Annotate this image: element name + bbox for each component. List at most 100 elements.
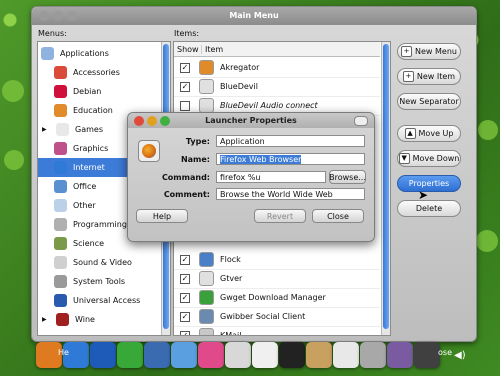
category-icon <box>54 256 67 269</box>
tree-item[interactable]: Sound & Video <box>38 253 170 272</box>
tree-item-label: Accessories <box>73 68 120 77</box>
item-row[interactable]: ✓ Gwget Download Manager <box>174 288 380 308</box>
show-checkbox[interactable]: ✓ <box>180 311 190 322</box>
tree-item[interactable]: Debian <box>38 82 170 101</box>
window-maximize-button[interactable] <box>67 11 77 21</box>
type-select[interactable]: Application <box>216 135 365 147</box>
dock-app-icon[interactable] <box>333 342 359 368</box>
dialog-close-button[interactable] <box>134 116 144 126</box>
tree-item-label: Graphics <box>73 144 109 153</box>
dock-app-icon[interactable] <box>387 342 413 368</box>
dock-app-icon[interactable] <box>171 342 197 368</box>
show-checkbox[interactable]: ✓ <box>180 62 190 73</box>
show-checkbox[interactable]: ✓ <box>180 273 190 284</box>
dock-app-icon[interactable] <box>360 342 386 368</box>
item-row[interactable]: ✓ Gwibber Social Client <box>174 307 380 327</box>
show-checkbox[interactable]: ✓ <box>180 254 190 265</box>
tree-item[interactable]: Applications <box>38 44 163 63</box>
move-up-button[interactable]: ▲ Move Up <box>397 125 461 142</box>
category-icon <box>54 161 67 174</box>
dock-label-right: ose <box>438 348 452 357</box>
show-checkbox[interactable]: ✓ <box>180 292 190 303</box>
items-scrollbar[interactable] <box>381 42 390 335</box>
tree-item[interactable]: Accessories <box>38 63 170 82</box>
item-row[interactable]: ✓ Akregator <box>174 58 380 78</box>
move-down-button[interactable]: ▼ Move Down <box>397 150 461 167</box>
dialog-maximize-button[interactable] <box>160 116 170 126</box>
properties-button[interactable]: Properties <box>397 175 461 192</box>
item-icon <box>199 290 214 305</box>
category-icon <box>54 218 67 231</box>
new-menu-button[interactable]: + New Menu <box>397 43 461 60</box>
show-checkbox[interactable] <box>180 100 190 111</box>
tree-item-label: System Tools <box>73 277 126 286</box>
dock-app-icon[interactable] <box>90 342 116 368</box>
dock-app-icon[interactable] <box>225 342 251 368</box>
dock-app-icon[interactable] <box>414 342 440 368</box>
item-row[interactable]: ✓ KMail <box>174 326 380 335</box>
category-icon <box>54 199 67 212</box>
tree-item-label: Universal Access <box>73 296 141 305</box>
tree-item-label: Programming <box>73 220 127 229</box>
tree-item-label: Internet <box>73 163 105 172</box>
expander-arrow-icon[interactable]: ▶ <box>42 126 50 133</box>
item-icon <box>199 271 214 286</box>
tree-item-label: Education <box>73 106 113 115</box>
revert-button[interactable]: Revert <box>254 209 306 223</box>
dock-app-icon[interactable] <box>198 342 224 368</box>
desktop-leaf <box>2 80 24 102</box>
dialog-minimize-button[interactable] <box>147 116 157 126</box>
volume-icon[interactable]: ◀) <box>454 350 466 361</box>
dock-app-icon[interactable] <box>306 342 332 368</box>
tree-item[interactable]: Universal Access <box>38 291 170 310</box>
dock-label-left: He <box>58 348 69 357</box>
item-row[interactable]: ✓ BlueDevil <box>174 77 380 97</box>
desktop-leaf <box>476 230 498 252</box>
dock-app-icon[interactable] <box>144 342 170 368</box>
tree-item-label: Sound & Video <box>73 258 132 267</box>
item-label: BlueDevil Audio connect <box>220 101 318 110</box>
dock-app-icon[interactable] <box>117 342 143 368</box>
category-icon <box>54 180 67 193</box>
new-item-button[interactable]: + New Item <box>397 68 461 85</box>
column-header-show[interactable]: Show <box>174 44 202 54</box>
dock-app-icon[interactable] <box>252 342 278 368</box>
item-label: Gwget Download Manager <box>220 293 326 302</box>
show-checkbox[interactable]: ✓ <box>180 81 190 92</box>
arrow-up-icon: ▲ <box>404 128 416 139</box>
name-label: Name: <box>180 155 210 164</box>
window-titlebar[interactable]: Main Menu <box>32 7 476 25</box>
new-separator-button[interactable]: New Separator <box>397 93 461 110</box>
name-field[interactable]: Firefox Web Browser <box>216 153 365 165</box>
item-icon <box>199 309 214 324</box>
item-label: Gtver <box>220 274 243 283</box>
command-label: Command: <box>161 173 210 182</box>
window-title: Main Menu <box>229 11 279 20</box>
items-scroll-thumb[interactable] <box>383 44 389 329</box>
new-menu-icon: + <box>401 46 413 57</box>
close-button[interactable]: Close <box>312 209 364 223</box>
delete-button[interactable]: Delete <box>397 200 461 217</box>
item-row[interactable]: ✓ Gtver <box>174 269 380 289</box>
item-label: Flock <box>220 255 241 264</box>
column-header-item[interactable]: Item <box>202 45 223 54</box>
category-icon <box>54 104 67 117</box>
dialog-collapse-button[interactable] <box>354 116 368 126</box>
window-close-button[interactable] <box>39 11 49 21</box>
tree-item[interactable]: ▶ Wine <box>38 310 160 329</box>
item-row[interactable]: ✓ Flock <box>174 250 380 270</box>
comment-label: Comment: <box>163 190 210 199</box>
help-button[interactable]: Help <box>136 209 188 223</box>
comment-field[interactable]: Browse the World Wide Web <box>216 188 365 200</box>
expander-arrow-icon[interactable]: ▶ <box>42 316 50 323</box>
tree-item-label: Science <box>73 239 105 248</box>
tree-item[interactable]: System Tools <box>38 272 170 291</box>
window-minimize-button[interactable] <box>53 11 63 21</box>
category-icon <box>54 66 67 79</box>
dock-app-icon[interactable] <box>279 342 305 368</box>
item-icon <box>199 79 214 94</box>
browse-button[interactable]: Browse... <box>329 170 366 184</box>
tree-item-label: Games <box>75 125 103 134</box>
dock: He ose ◀) <box>34 336 474 376</box>
command-field[interactable]: firefox %u <box>216 171 326 183</box>
